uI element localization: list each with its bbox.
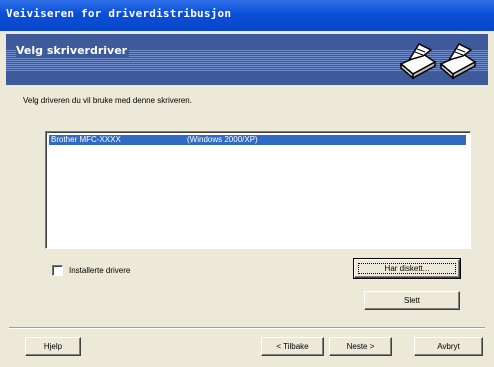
- separator: [9, 327, 485, 329]
- driver-name: Brother MFC-XXXX: [51, 135, 121, 144]
- printer-icon: [399, 43, 437, 80]
- banner-title: Velg skriverdriver: [16, 44, 130, 57]
- back-button[interactable]: < Tilbake: [261, 337, 324, 356]
- title-bar[interactable]: Veiviseren for driverdistribusjon: [0, 0, 494, 31]
- driver-listbox[interactable]: Brother MFC-XXXX (Windows 2000/XP): [45, 131, 471, 249]
- printer-icon: [439, 43, 477, 80]
- dialog-content: Velg driveren du vil bruke med denne skr…: [9, 89, 485, 322]
- installed-drivers-checkbox[interactable]: [52, 265, 63, 276]
- window-title: Veiviseren for driverdistribusjon: [6, 7, 232, 20]
- driver-list-item[interactable]: Brother MFC-XXXX (Windows 2000/XP): [49, 135, 466, 145]
- installed-drivers-option[interactable]: Installerte drivere: [52, 265, 130, 276]
- driver-os: (Windows 2000/XP): [187, 135, 258, 144]
- delete-button[interactable]: Slett: [364, 291, 460, 310]
- help-button[interactable]: Hjelp: [25, 337, 81, 356]
- header-banner: Velg skriverdriver: [6, 34, 488, 85]
- have-disk-button[interactable]: Har diskett...: [353, 258, 461, 279]
- cancel-button[interactable]: Avbryt: [414, 337, 483, 356]
- instruction-text: Velg driveren du vil bruke med denne skr…: [23, 96, 192, 105]
- installed-drivers-label: Installerte drivere: [69, 266, 131, 275]
- next-button[interactable]: Neste >: [329, 337, 392, 356]
